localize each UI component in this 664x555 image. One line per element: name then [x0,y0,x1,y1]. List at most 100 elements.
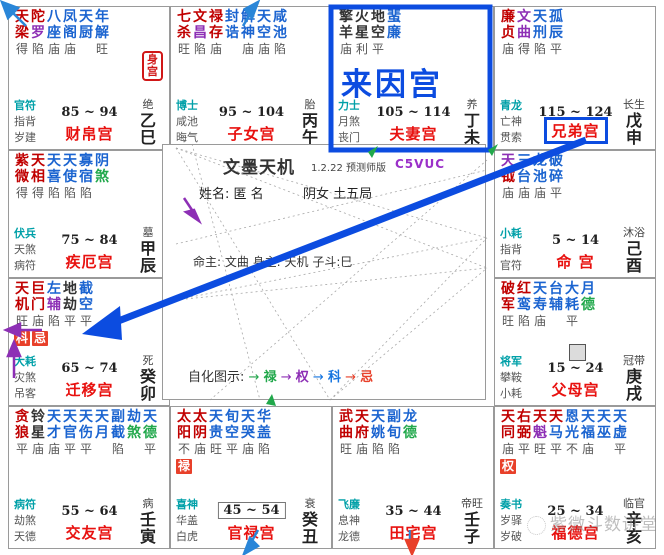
cell-fumu[interactable]: 破红天台大月军鸾寿辅耗德旺陷庙平将军 攀鞍 小耗 15 ~ 24 父母宫 冠带庚戌 [494,278,656,406]
brightness-char: 平 [549,186,562,200]
decade-age-range[interactable]: 105 ~ 114 [376,105,450,120]
star-char: 空 [79,297,93,313]
star-char: 天 [31,153,45,169]
star-name-row: 军鸾寿辅耗德 [500,298,652,314]
cell-fuqi[interactable]: 擎火地蜚羊星空廉庙利平力士 月煞 丧门 105 ~ 114 夫妻宫养丁未来因宫 [332,6,494,150]
star-char: 大 [565,281,579,297]
star-char: 天 [533,281,547,297]
stem-branch-column: 胎丙午 [293,97,327,146]
cell-ming[interactable]: 天三龙破钺台池碎庙庙庙平小耗 指背 官符 5 ~ 14 命 宫沐浴己酉 [494,150,656,278]
brightness-char: 得 [15,42,28,56]
four-transformations-badges: 禄 [176,459,328,475]
hua-badge: 禄 [176,459,192,474]
palace-name[interactable]: 官禄宫 [227,522,275,543]
palace-name[interactable]: 夫妻宫 [389,123,437,144]
earthly-branch: 申 [625,128,642,147]
star-name-row: 紫天天天寡阴 [14,154,166,170]
heavenly-stem: 庚 [625,367,642,386]
palace-name[interactable]: 子女宫 [227,123,275,144]
decade-age-range[interactable]: 5 ~ 14 [552,233,599,248]
cell-zinv[interactable]: 七文禄封解天咸杀昌存诰神空池旺陷庙庙庙陷博士 咸池 晦气 95 ~ 104 子女宫胎丙午 [170,6,332,150]
move-cursor-icon [569,344,586,361]
minor-star-n1: 大耗 [14,355,36,368]
palace-name[interactable]: 父母宫 [551,379,599,400]
minor-star-n1: 飞廉 [338,498,360,511]
star-char: 虚 [613,425,627,441]
palace-name[interactable]: 田宅宫 [389,522,437,543]
minor-star-column: 飞廉 息神 龙德 [338,497,390,545]
shen-gong-badge: 身宫 [142,51,163,81]
person-name-label: 姓名: [199,187,230,202]
brightness-char: 庙 [533,186,546,200]
star-char: 右 [517,409,531,425]
cell-xiongdi[interactable]: 廉文天孤贞曲刑辰庙得陷平青龙 亡神 贯索 115 ~ 124 兄弟宫 长生戊申 [494,6,656,150]
star-char: 耗 [565,297,579,313]
person-name: 姓名: 匿 名 [199,183,264,202]
decade-age-range[interactable]: 35 ~ 44 [385,504,441,519]
earthly-branch: 巳 [139,128,156,147]
legend-arrow: → [248,370,264,385]
cell-tianzhai[interactable]: 武天天副龙曲府姚旬德旺庙陷陷飞廉 息神 龙德 35 ~ 44 田宅宫 帝旺壬子 [332,406,494,549]
star-char: 台 [549,281,563,297]
star-char: 弼 [517,425,531,441]
star-char: 巫 [597,425,611,441]
twelve-stage-label: 衰 [304,497,316,510]
decade-age-range[interactable]: 15 ~ 24 [547,361,603,376]
star-name-row: 阳阴贵空哭盖 [176,426,328,442]
brightness-char: 庙 [355,442,368,456]
star-char: 劫 [127,409,141,425]
star-char: 哭 [241,425,255,441]
star-char: 天 [613,409,627,425]
star-char: 左 [47,281,61,297]
earthly-branch: 卯 [139,384,156,403]
brightness-char: 利 [355,42,368,56]
palace-name[interactable]: 财帛宫 [65,123,113,144]
brightness-char: 庙 [31,314,44,328]
star-char: 光 [565,425,579,441]
brightness-char [94,186,110,202]
brightness-char: 陷 [387,442,400,456]
cell-qianyi[interactable]: 天巨左地截机门辅劫空旺庙陷平平科忌大耗 灾煞 吊客 65 ~ 74 迁移宫死癸卯 [8,278,170,406]
star-name-row: 天右天天恩天天天 [500,410,652,426]
palace-name[interactable]: 命 宫 [556,251,594,272]
decade-age-range[interactable]: 85 ~ 94 [61,105,117,120]
palace-footer: 青龙 亡神 贯索 115 ~ 124 兄弟宫 长生戊申 [500,96,651,146]
star-char: 天 [209,409,223,425]
star-char: 诰 [225,25,239,41]
brightness-char: 陷 [371,442,384,456]
twelve-stage-label: 绝 [142,98,154,111]
hua-badge: 科 [14,331,30,346]
decade-age-range[interactable]: 65 ~ 74 [61,361,117,376]
palace-name[interactable]: 疾厄宫 [65,251,113,272]
star-char: 天 [47,153,61,169]
cell-guanlu[interactable]: 太太天旬天华阳阴贵空哭盖不庙旺平庙陷禄喜神 华盖 白虎 45 ~ 54 官禄宫衰癸丑 [170,406,332,549]
hua-badge: 忌 [32,331,48,346]
star-char: 盖 [257,425,271,441]
star-char: 副 [387,409,401,425]
star-char: 天 [63,409,77,425]
cell-jiaoyou[interactable]: 贪铃天天天天副劫天狼星才官伤月截煞德平庙庙平平陷平病符 劫煞 天德 55 ~ 64 交友… [8,406,170,549]
minor-star-n1: 奏书 [500,498,522,511]
brightness-char: 得 [517,42,530,56]
star-char: 天 [371,409,385,425]
decade-age-range[interactable]: 95 ~ 104 [219,105,284,120]
decade-age-range[interactable]: 55 ~ 64 [61,504,117,519]
decade-age-range[interactable]: 75 ~ 84 [61,233,117,248]
minor-star-column: 伏兵 天煞 病符 [14,226,66,274]
cell-jie[interactable]: 紫天天天寡阴微相喜使宿煞得得陷陷陷伏兵 天煞 病符 75 ~ 84 疾厄宫墓甲辰 [8,150,170,278]
palace-name[interactable]: 交友宫 [65,522,113,543]
brightness-char [224,42,240,58]
star-char: 宿 [79,169,93,185]
decade-age-range[interactable]: 45 ~ 54 [217,502,286,519]
star-char: 碎 [549,169,563,185]
palace-name[interactable]: 迁移宫 [65,379,113,400]
twelve-stage-label: 长生 [623,98,645,111]
palace-name[interactable]: 兄弟宫 [543,117,608,144]
cell-caibo[interactable]: 天陀八凤天年梁罗座阁厨解得陷庙庙旺官符 指背 岁建 85 ~ 94 财帛宫绝乙巳身宫 [8,6,170,150]
ziwei-chart-screenshot: 天陀八凤天年梁罗座阁厨解得陷庙庙旺官符 指背 岁建 85 ~ 94 财帛宫绝乙巳身宫七文… [0,0,664,555]
star-char: 天 [79,9,93,25]
star-char: 太 [177,409,191,425]
legend-text: 禄 [263,370,277,385]
star-char: 孤 [549,9,563,25]
palace-footer: 飞廉 息神 龙德 35 ~ 44 田宅宫 帝旺壬子 [338,495,489,545]
